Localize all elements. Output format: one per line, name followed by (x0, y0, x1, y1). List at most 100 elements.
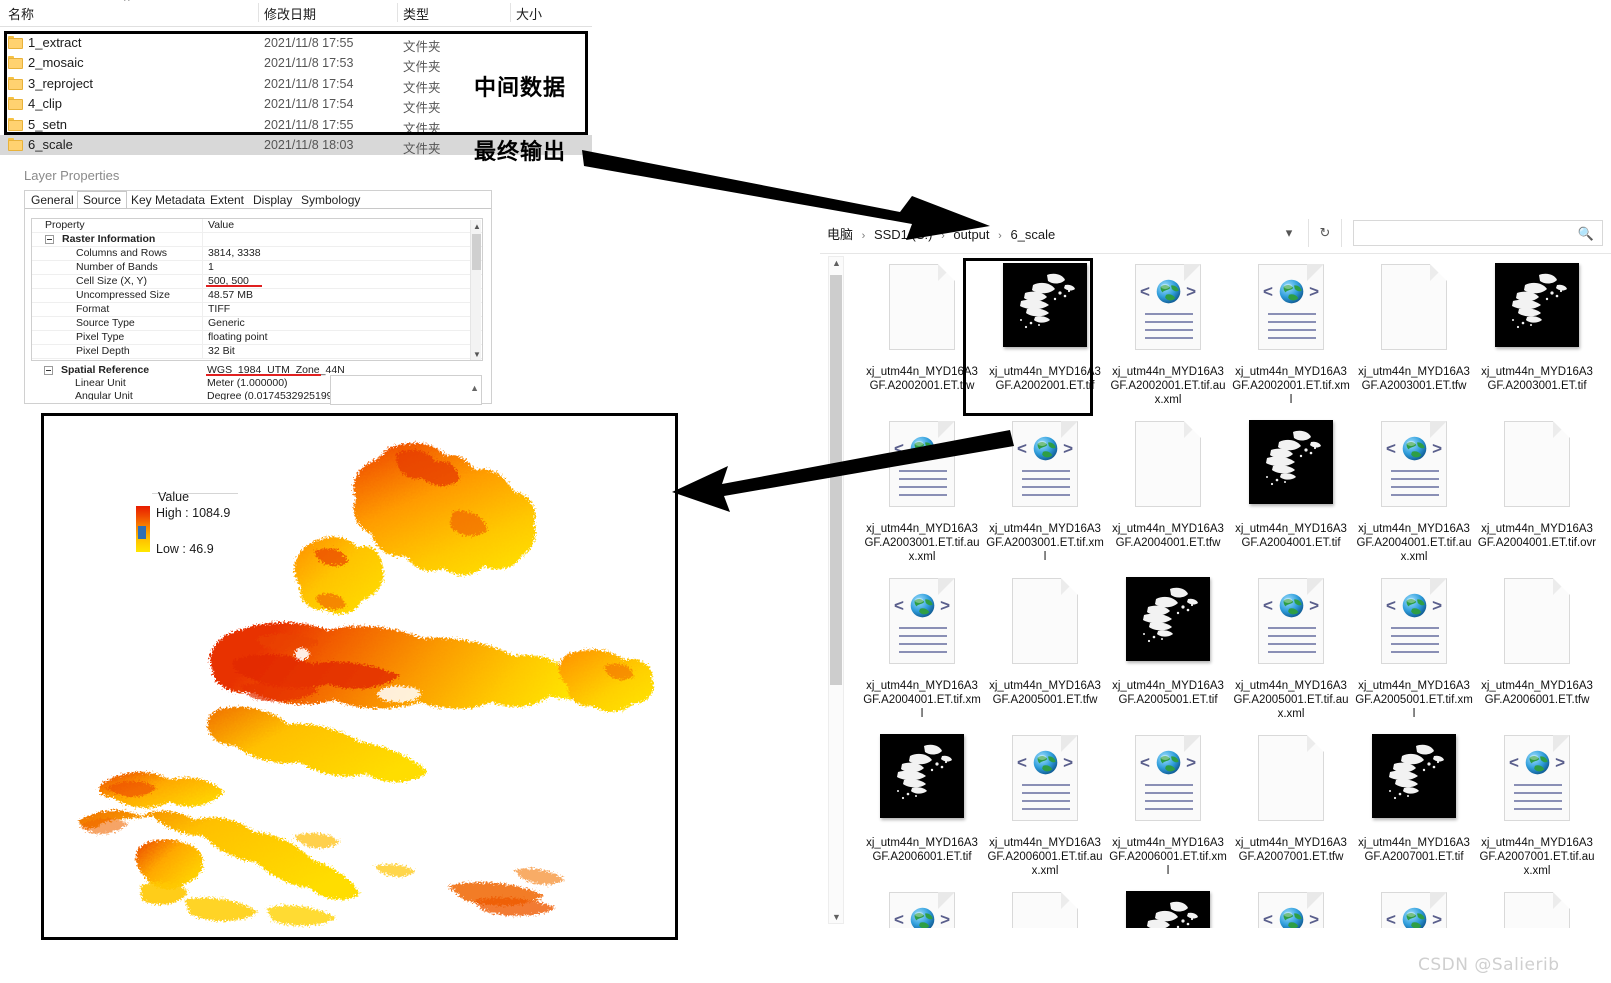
folder-type: 文件夹 (403, 141, 441, 156)
folder-name: 2_mosaic (28, 55, 84, 70)
file-item[interactable]: < > xj_utm44n_MYD16A3GF.A2007001.ET.tif.au… (1477, 729, 1597, 878)
folder-icon (8, 118, 23, 131)
xml-document-icon: < > (1381, 578, 1447, 664)
raster-information-grid[interactable]: Property Value Raster Information Column… (31, 218, 483, 361)
file-name-label: xj_utm44n_MYD16A3GF.A2007001.ET.tif (1358, 837, 1470, 863)
collapse-expander-icon[interactable] (44, 366, 53, 375)
chevron-down-icon[interactable]: ▾ (1278, 222, 1300, 244)
file-xml-icon: < > (1354, 886, 1474, 928)
file-item[interactable]: < > xj_utm44n_MYD16A3GF.A2005001.ET.tif.au… (1231, 572, 1351, 721)
column-header-name[interactable]: 名称 (8, 4, 34, 23)
file-item[interactable]: < > xj_utm44n_MYD16A3GF.A2002001.ET.tif.au… (1108, 258, 1228, 407)
folder-name: 3_reproject (28, 76, 94, 91)
property-label: Uncompressed Size (76, 289, 170, 301)
folder-icon (8, 56, 23, 69)
address-bar[interactable]: 电脑 › SSD1 (S:) › output › 6_scale ▾ ↻ 🔍 (820, 212, 1611, 254)
folder-icon (8, 138, 23, 151)
file-item[interactable]: < > xj_utm44n_MYD16A3GF.A2004001.ET.tif.au… (1354, 415, 1474, 564)
file-item[interactable]: < > xj_utm44n_MYD16A3GF.A2006001.ET.tif.xm… (1108, 729, 1228, 878)
file-item[interactable]: xj_utm44n_MYD16A3GF.A2002001.ET.tif (985, 258, 1105, 393)
raster-thumbnail-icon (1372, 734, 1456, 818)
folder-row[interactable]: 1_extract 2021/11/8 17:55 文件夹 (0, 33, 592, 54)
file-xml-icon: < > (1231, 572, 1351, 676)
file-item[interactable]: < > xj_utm44n_MYD16A3GF.A2004001.ET.tif.xm… (862, 572, 982, 721)
watermark: CSDN @Salierib (1418, 955, 1560, 975)
tab-general[interactable]: General (25, 191, 80, 209)
group-raster-information[interactable]: Raster Information (32, 233, 482, 247)
grid-row-pixel-type: Pixel Type floating point (32, 331, 482, 345)
file-item[interactable]: xj_utm44n_MYD16A3GF.A2005001.ET.tfw (985, 572, 1105, 707)
file-item[interactable]: xj_utm44n_MYD16A3GF.A2006001.ET.tfw (1477, 572, 1597, 707)
file-item[interactable]: xj_utm44n_MYD16A3GF.A2007001.ET.tfw (1231, 729, 1351, 864)
column-header-type[interactable]: 类型 (403, 4, 429, 23)
file-tif-thumbnail (1108, 886, 1228, 928)
scroll-down-icon[interactable]: ▼ (473, 350, 481, 359)
file-item[interactable] (985, 886, 1105, 928)
folder-type: 文件夹 (403, 59, 441, 74)
angle-bracket-left-icon: < (1017, 753, 1027, 772)
angle-bracket-right-icon: > (1432, 439, 1442, 458)
breadcrumb-item-computer[interactable]: 电脑 (827, 228, 853, 243)
blank-page-icon (1135, 421, 1201, 507)
refresh-icon[interactable]: ↻ (1314, 222, 1336, 244)
file-item[interactable]: < > xj_utm44n_MYD16A3GF.A2003001.ET.tif.au… (862, 415, 982, 564)
file-item[interactable]: xj_utm44n_MYD16A3GF.A2006001.ET.tif (862, 729, 982, 864)
file-item[interactable]: xj_utm44n_MYD16A3GF.A2003001.ET.tfw (1354, 258, 1474, 393)
file-name-label: xj_utm44n_MYD16A3GF.A2005001.ET.tfw (989, 680, 1101, 706)
breadcrumb-separator: › (998, 230, 1002, 242)
file-grid[interactable]: xj_utm44n_MYD16A3GF.A2002001.ET.tfw xj_ut… (820, 254, 1611, 928)
file-item[interactable]: < > xj_utm44n_MYD16A3GF.A2003001.ET.tif.xm… (985, 415, 1105, 564)
folder-name: 4_clip (28, 96, 62, 111)
folder-date: 2021/11/8 17:55 (264, 118, 354, 132)
grid-header-value: Value (208, 219, 235, 231)
file-item[interactable]: < > xj_utm44n_MYD16A3GF.A2006001.ET.tif.au… (985, 729, 1105, 878)
file-item[interactable]: xj_utm44n_MYD16A3GF.A2004001.ET.tfw (1108, 415, 1228, 550)
collapse-expander-icon[interactable] (45, 235, 54, 244)
property-value: TIFF (208, 303, 231, 315)
file-item[interactable]: xj_utm44n_MYD16A3GF.A2002001.ET.tfw (862, 258, 982, 393)
tab-extent[interactable]: Extent (204, 191, 250, 209)
scroll-up-icon[interactable]: ▲ (473, 222, 481, 231)
tab-source[interactable]: Source (77, 191, 128, 209)
file-item[interactable]: < > xj_utm44n_MYD16A3GF.A2002001.ET.tif.xm… (1231, 258, 1351, 407)
globe-icon (1402, 436, 1427, 461)
file-item[interactable] (1108, 886, 1228, 928)
tab-display[interactable]: Display (247, 191, 298, 209)
file-item[interactable] (1477, 886, 1597, 928)
scroll-up-icon[interactable]: ▲ (470, 383, 479, 393)
file-item[interactable]: xj_utm44n_MYD16A3GF.A2005001.ET.tif (1108, 572, 1228, 707)
breadcrumb-item-ssd1[interactable]: SSD1 (S:) (874, 227, 933, 242)
grid-row-pixel-depth: Pixel Depth 32 Bit (32, 345, 482, 359)
grid-vertical-scrollbar[interactable]: ▲ ▼ (470, 220, 481, 360)
file-item[interactable]: < > xj_utm44n_MYD16A3GF.A2005001.ET.tif.xm… (1354, 572, 1474, 721)
layer-properties-title: Layer Properties (24, 168, 120, 183)
file-page-icon (985, 886, 1105, 928)
raster-thumbnail-icon (1126, 577, 1210, 661)
xml-document-icon: < > (1012, 735, 1078, 821)
file-item[interactable]: xj_utm44n_MYD16A3GF.A2004001.ET.tif (1231, 415, 1351, 550)
legend-high-label: High : 1084.9 (156, 506, 231, 520)
breadcrumb-item-output[interactable]: output (953, 227, 989, 242)
raster-thumbnail-icon (1249, 420, 1333, 504)
file-item[interactable]: xj_utm44n_MYD16A3GF.A2007001.ET.tif (1354, 729, 1474, 864)
file-item[interactable]: < > (862, 886, 982, 928)
search-icon[interactable]: 🔍 (1578, 226, 1594, 242)
property-label: Linear Unit (75, 377, 126, 389)
file-item[interactable]: xj_utm44n_MYD16A3GF.A2004001.ET.tif.ovr (1477, 415, 1597, 550)
search-input[interactable]: 🔍 (1353, 220, 1603, 246)
column-header-date[interactable]: 修改日期 (264, 4, 316, 23)
tab-symbology[interactable]: Symbology (295, 191, 366, 209)
scrollbar-thumb[interactable] (472, 234, 481, 270)
tab-key-metadata[interactable]: Key Metadata (125, 191, 211, 209)
file-item[interactable]: xj_utm44n_MYD16A3GF.A2003001.ET.tif (1477, 258, 1597, 393)
column-header-size[interactable]: 大小 (516, 4, 542, 23)
grid-header-property: Property (45, 219, 85, 231)
file-item[interactable]: < > (1354, 886, 1474, 928)
file-page-icon (1354, 258, 1474, 362)
property-label: Format (76, 303, 110, 315)
folder-row[interactable]: 5_setn 2021/11/8 17:55 文件夹 (0, 115, 592, 136)
file-item[interactable]: < > (1231, 886, 1351, 928)
breadcrumb-item-6-scale[interactable]: 6_scale (1010, 227, 1055, 242)
folder-date: 2021/11/8 17:54 (264, 77, 354, 91)
folder-list-header: ^ 名称 修改日期 类型 大小 (0, 0, 592, 27)
